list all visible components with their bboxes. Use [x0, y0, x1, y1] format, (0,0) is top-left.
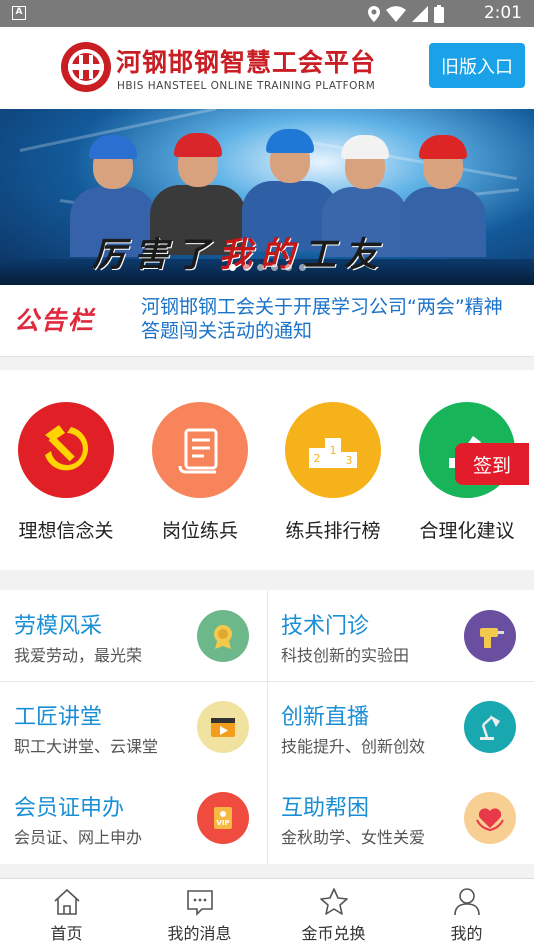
grid-item-mutual-aid[interactable]: 互助帮困 金秋助学、女性关爱	[267, 772, 534, 863]
notice-board[interactable]: 公告栏 河钢邯钢工会关于开展学习公司“两会”精神答题闯关活动的通知	[0, 285, 534, 357]
tab-label: 我的消息	[167, 924, 232, 943]
bottom-nav: 首页 我的消息 金币兑换 我的	[0, 878, 534, 950]
grid-item-title: 技术门诊	[281, 614, 370, 639]
grid-item-title: 劳模风采	[14, 614, 103, 639]
app-subtitle: HBIS HANSTEEL ONLINE TRAINING PLATFORM	[117, 80, 376, 92]
quick-link-ideals[interactable]: 理想信念关	[1, 402, 131, 543]
grid-item-title: 会员证申办	[14, 796, 125, 821]
quick-link-label: 理想信念关	[18, 520, 114, 542]
quick-link-training[interactable]: 岗位练兵	[135, 402, 265, 543]
carousel-dot[interactable]	[256, 264, 264, 271]
grid-item-subtitle: 我爱劳动，最光荣	[14, 646, 143, 665]
scroll-icon	[152, 402, 248, 498]
quick-link-label: 练兵排行榜	[285, 520, 381, 542]
tab-coin-exchange[interactable]: 金币兑换	[267, 879, 400, 950]
wifi-icon	[386, 5, 406, 22]
drill-icon	[464, 610, 516, 662]
clock: 2:01	[483, 3, 522, 23]
home-icon	[53, 888, 80, 915]
svg-text:1: 1	[330, 444, 337, 457]
old-version-button[interactable]: 旧版入口	[429, 43, 525, 88]
grid-item-subtitle: 金秋助学、女性关爱	[281, 828, 426, 847]
grid-item-model-workers[interactable]: 劳模风采 我爱劳动，最光荣	[0, 590, 267, 681]
battery-icon	[434, 4, 444, 23]
svg-text:VIP: VIP	[216, 819, 229, 827]
message-icon	[186, 890, 213, 916]
tab-home[interactable]: 首页	[0, 879, 133, 950]
grid-item-subtitle: 会员证、网上申办	[14, 828, 143, 847]
quick-link-label: 岗位练兵	[161, 520, 238, 542]
grid-item-innovation-live[interactable]: 创新直播 技能提升、创新创效	[267, 681, 534, 772]
grid-item-subtitle: 科技创新的实验田	[281, 646, 410, 665]
quick-link-ranking[interactable]: 2 1 3 练兵排行榜	[268, 402, 398, 543]
grid-item-membership-card[interactable]: 会员证申办 会员证、网上申办 VIP	[0, 772, 267, 863]
quick-link-label: 合理化建议	[419, 520, 515, 542]
signal-icon	[412, 5, 428, 22]
svg-text:2: 2	[314, 452, 321, 465]
grid-item-subtitle: 职工大讲堂、云课堂	[14, 737, 159, 756]
carousel-dot[interactable]	[298, 264, 306, 271]
carousel-dot[interactable]	[242, 264, 250, 271]
vip-card-icon: VIP	[197, 792, 249, 844]
banner-carousel[interactable]: 厉害了我的工友	[0, 109, 534, 285]
carousel-dot[interactable]	[284, 264, 292, 271]
quick-links: 理想信念关 岗位练兵 2 1 3 练兵排行榜 合理化建议	[0, 370, 534, 570]
carousel-indicator	[0, 264, 534, 271]
service-grid: 劳模风采 我爱劳动，最光荣 技术门诊 科技创新的实验田 工匠讲堂 职工大讲堂、云…	[0, 590, 534, 864]
hammer-sickle-icon	[18, 402, 114, 498]
app-header: 河钢邯钢智慧工会平台 HBIS HANSTEEL ONLINE TRAINING…	[0, 27, 534, 109]
signin-button[interactable]: 签到	[455, 443, 529, 485]
grid-item-title: 互助帮困	[281, 796, 370, 821]
app-title: 河钢邯钢智慧工会平台	[116, 48, 377, 77]
heart-hands-icon	[464, 792, 516, 844]
user-icon	[453, 888, 480, 916]
location-icon	[368, 5, 380, 22]
notification-a-icon: A	[12, 6, 26, 20]
tab-messages[interactable]: 我的消息	[133, 879, 266, 950]
carousel-dot[interactable]	[228, 264, 236, 271]
notice-text[interactable]: 河钢邯钢工会关于开展学习公司“两会”精神答题闯关活动的通知	[141, 295, 521, 343]
podium-icon: 2 1 3	[285, 402, 381, 498]
status-bar: A 2:01	[0, 0, 534, 27]
status-icons	[368, 4, 444, 23]
star-icon	[319, 888, 348, 915]
tab-label: 首页	[50, 924, 83, 943]
grid-item-subtitle: 技能提升、创新创效	[281, 737, 426, 756]
tab-mine[interactable]: 我的	[400, 879, 533, 950]
grid-item-title: 工匠讲堂	[14, 705, 103, 730]
grid-item-tech-clinic[interactable]: 技术门诊 科技创新的实验田	[267, 590, 534, 681]
worker-figure	[400, 135, 486, 257]
medal-icon	[197, 610, 249, 662]
hbis-logo-icon	[61, 42, 111, 92]
svg-text:3: 3	[346, 454, 353, 467]
tab-label: 金币兑换	[301, 924, 366, 943]
tab-label: 我的	[450, 924, 483, 943]
grid-item-title: 创新直播	[281, 705, 370, 730]
carousel-dot[interactable]	[270, 264, 278, 271]
grid-item-craftsman-lecture[interactable]: 工匠讲堂 职工大讲堂、云课堂	[0, 681, 267, 772]
lamp-icon	[464, 701, 516, 753]
video-icon	[197, 701, 249, 753]
notice-label: 公告栏	[14, 306, 96, 335]
